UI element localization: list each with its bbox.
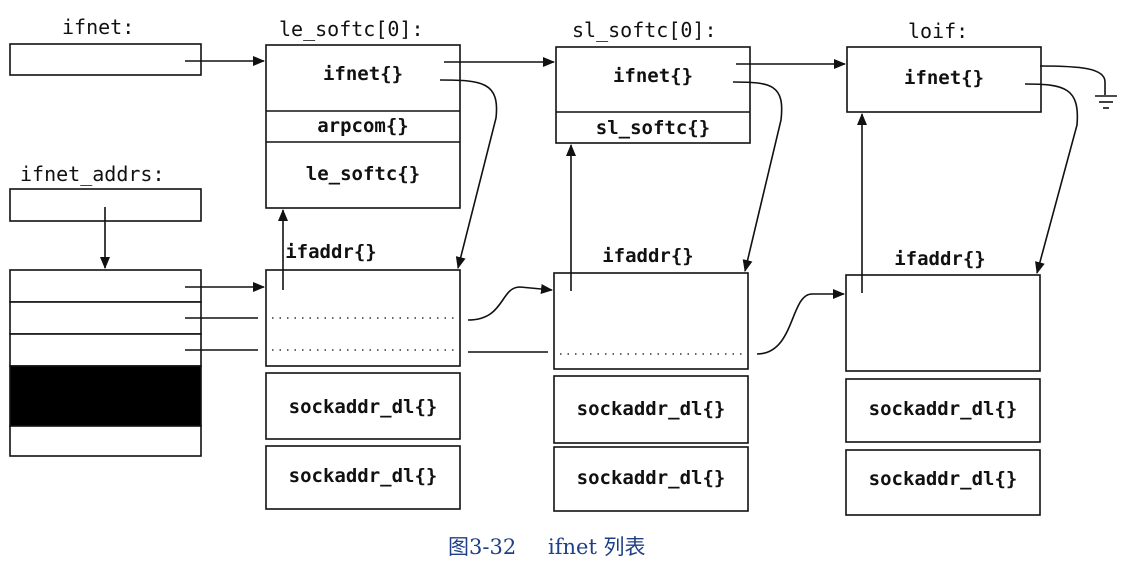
figure-caption-number: 图3-32	[448, 535, 516, 559]
figure-caption-title: ifnet 列表	[548, 535, 646, 559]
lo-ifaddr-box	[845, 274, 1041, 372]
sl-softc-title: sl_softc[0]:	[572, 18, 717, 42]
sl-ifaddr-label: ifaddr{}	[602, 245, 694, 267]
ifnet-addrs-array	[9, 269, 202, 457]
sl-ifaddr-to-lo-ifaddr-arrow	[756, 289, 845, 355]
lo-sockaddr-label-2: sockaddr_dl{}	[869, 468, 1018, 490]
sl-ifnet-label: ifnet{}	[613, 65, 693, 87]
sl-sockaddr-label-2: sockaddr_dl{}	[577, 467, 726, 489]
le-ifaddr-to-sl-ifaddr-arrow	[467, 283, 553, 321]
addrs-slot-4	[9, 425, 202, 457]
ifnet-addrs-label: ifnet_addrs:	[20, 162, 165, 186]
le-sockaddr-label-2: sockaddr_dl{}	[289, 465, 438, 487]
addrs-slot-0	[9, 269, 202, 303]
le-sockaddr-label-1: sockaddr_dl{}	[289, 396, 438, 418]
le-softc-label: le_softc{}	[306, 163, 420, 185]
lo-ifnet-label: ifnet{}	[904, 67, 984, 89]
ifnet-list-diagram: ifnet: ifnet_addrs: le_softc[0]: ifnet{}…	[9, 15, 1117, 559]
le-arpcom-label: arpcom{}	[317, 115, 409, 137]
le-ifnet-label: ifnet{}	[323, 63, 403, 85]
addrs-slot-filled	[9, 365, 202, 427]
ground-icon	[1039, 65, 1117, 109]
ifnet-head-pointer-box	[9, 43, 202, 76]
lo-ifaddr-label: ifaddr{}	[894, 248, 986, 270]
ifnet-head-label: ifnet:	[62, 15, 134, 39]
le-ifaddr-label: ifaddr{}	[285, 241, 377, 263]
addrs-slot-1	[9, 301, 202, 335]
le-softc-title: le_softc[0]:	[279, 17, 424, 41]
lo-sockaddr-label-1: sockaddr_dl{}	[869, 398, 1018, 420]
addrs-slot-2	[9, 333, 202, 367]
sl-sockaddr-label-1: sockaddr_dl{}	[577, 398, 726, 420]
sl-softc-label: sl_softc{}	[596, 117, 710, 139]
loif-title: loif:	[908, 19, 968, 43]
